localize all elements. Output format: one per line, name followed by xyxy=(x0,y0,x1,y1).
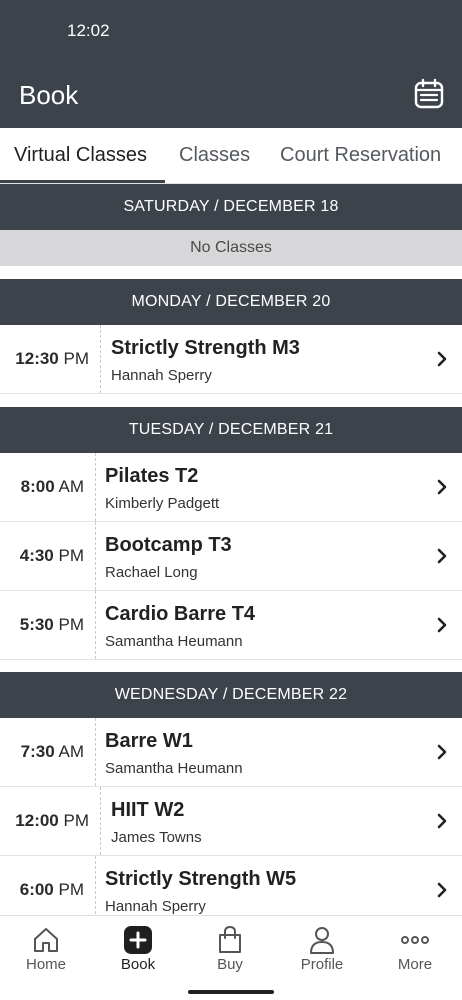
row-divider xyxy=(100,787,101,855)
class-time: 7:30 AM xyxy=(20,742,84,761)
nav-label: Buy xyxy=(217,956,243,973)
row-divider xyxy=(95,453,96,521)
tab-court-reservation[interactable]: Court Reservation xyxy=(280,128,441,184)
calendar-button[interactable] xyxy=(413,78,445,110)
app-header: Book xyxy=(0,62,462,128)
tab-classes[interactable]: Classes xyxy=(179,128,250,184)
nav-label: Home xyxy=(25,956,66,973)
person-icon xyxy=(310,927,334,954)
nav-book[interactable]: Book xyxy=(92,916,184,976)
class-name: Strictly Strength M3 xyxy=(111,337,300,359)
class-row[interactable]: 12:00 PM HIIT W2 James Towns xyxy=(0,787,462,856)
no-classes-message: No Classes xyxy=(0,230,462,266)
class-time: 5:30 PM xyxy=(19,615,84,634)
class-name: Strictly Strength W5 xyxy=(105,868,297,890)
class-instructor: Samantha Heumann xyxy=(105,633,243,650)
chevron-right-icon xyxy=(437,617,447,633)
row-divider xyxy=(95,591,96,659)
day-header: SATURDAY / DECEMBER 18 xyxy=(0,184,462,230)
class-row[interactable]: 8:00 AM Pilates T2 Kimberly Padgett xyxy=(0,453,462,522)
class-instructor: Hannah Sperry xyxy=(105,898,206,915)
nav-home[interactable]: Home xyxy=(0,916,92,976)
chevron-right-icon xyxy=(437,548,447,564)
day-header: MONDAY / DECEMBER 20 xyxy=(0,279,462,325)
chevron-right-icon xyxy=(437,351,447,367)
class-name: Cardio Barre T4 xyxy=(105,603,256,625)
shopping-bag-icon xyxy=(219,925,241,953)
class-row[interactable]: 6:00 PM Strictly Strength W5 Hannah Sper… xyxy=(0,856,462,915)
day-header: TUESDAY / DECEMBER 21 xyxy=(0,407,462,453)
class-instructor: Rachael Long xyxy=(105,564,198,581)
class-instructor: James Towns xyxy=(111,829,202,846)
class-row[interactable]: 5:30 PM Cardio Barre T4 Samantha Heumann xyxy=(0,591,462,660)
nav-buy[interactable]: Buy xyxy=(184,916,276,976)
tab-virtual-classes[interactable]: Virtual Classes xyxy=(14,128,147,184)
class-name: Bootcamp T3 xyxy=(105,534,232,556)
class-schedule-list[interactable]: SATURDAY / DECEMBER 18 No Classes MONDAY… xyxy=(0,184,462,915)
row-divider xyxy=(100,325,101,393)
chevron-right-icon xyxy=(437,744,447,760)
plus-icon xyxy=(124,926,152,954)
home-icon xyxy=(34,928,58,952)
class-name: Pilates T2 xyxy=(105,465,199,487)
more-icon xyxy=(401,936,429,944)
class-name: Barre W1 xyxy=(105,730,193,752)
nav-label: Profile xyxy=(300,956,344,973)
class-instructor: Hannah Sperry xyxy=(111,367,212,384)
tab-bar: Virtual Classes Classes Court Reservatio… xyxy=(0,128,462,184)
class-time: 12:00 PM xyxy=(15,811,89,830)
class-row[interactable]: 12:30 PM Strictly Strength M3 Hannah Spe… xyxy=(0,325,462,394)
bottom-nav: Home Book Buy Profile More xyxy=(0,915,462,1000)
row-divider xyxy=(95,856,96,915)
class-time: 6:00 PM xyxy=(19,880,84,899)
class-name: HIIT W2 xyxy=(111,799,185,821)
nav-label: More xyxy=(397,956,433,973)
status-bar: 12:02 xyxy=(0,0,462,62)
nav-label: Book xyxy=(120,956,156,973)
active-tab-indicator xyxy=(0,180,165,183)
row-divider xyxy=(95,522,96,590)
class-time: 8:00 AM xyxy=(20,477,84,496)
status-time: 12:02 xyxy=(67,21,110,40)
chevron-right-icon xyxy=(437,813,447,829)
class-time: 12:30 PM xyxy=(15,349,89,368)
class-instructor: Kimberly Padgett xyxy=(105,495,220,512)
page-title: Book xyxy=(19,80,79,110)
calendar-icon xyxy=(414,78,444,109)
home-indicator xyxy=(188,990,274,994)
chevron-right-icon xyxy=(437,882,447,898)
class-instructor: Samantha Heumann xyxy=(105,760,243,777)
class-time: 4:30 PM xyxy=(19,546,84,565)
row-divider xyxy=(95,718,96,786)
nav-profile[interactable]: Profile xyxy=(276,916,368,976)
nav-more[interactable]: More xyxy=(369,916,461,976)
class-row[interactable]: 4:30 PM Bootcamp T3 Rachael Long xyxy=(0,522,462,591)
class-row[interactable]: 7:30 AM Barre W1 Samantha Heumann xyxy=(0,718,462,787)
chevron-right-icon xyxy=(437,479,447,495)
day-header: WEDNESDAY / DECEMBER 22 xyxy=(0,672,462,718)
